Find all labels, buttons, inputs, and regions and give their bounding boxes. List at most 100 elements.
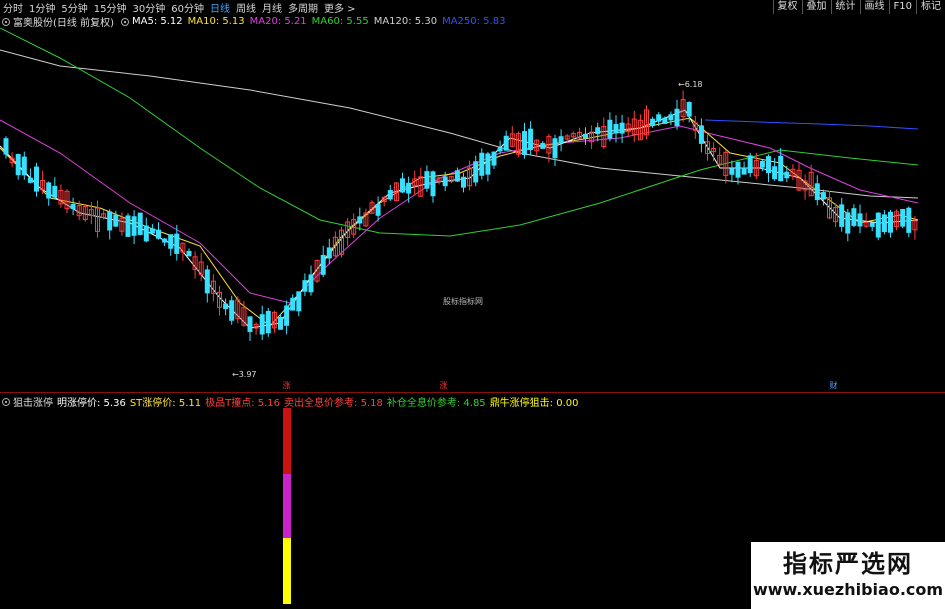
candle-body-95 bbox=[583, 133, 588, 139]
candle-body-53 bbox=[326, 247, 332, 259]
candle-body-27 bbox=[168, 234, 174, 249]
candle-body-78 bbox=[479, 152, 485, 176]
candle-body-82 bbox=[503, 135, 509, 151]
toolbar-button-2[interactable]: 统计 bbox=[830, 0, 860, 14]
candle-body-30 bbox=[186, 250, 192, 257]
candle-body-33 bbox=[204, 269, 210, 294]
timeframe-tab-1[interactable]: 1分钟 bbox=[26, 0, 58, 15]
candle-body-5 bbox=[34, 166, 39, 192]
candle-body-50 bbox=[308, 274, 314, 293]
timeframe-tab-9[interactable]: 多周期 bbox=[285, 0, 321, 15]
candle-body-66 bbox=[406, 182, 412, 194]
candle-body-0 bbox=[3, 138, 9, 155]
candle-body-22 bbox=[137, 212, 143, 235]
candle-body-144 bbox=[881, 214, 887, 233]
ma-settings-icon[interactable] bbox=[120, 17, 129, 26]
candle-body-4 bbox=[27, 177, 33, 183]
candle-body-147 bbox=[900, 208, 906, 227]
brand-title: 指标严选网 bbox=[783, 550, 913, 578]
candle-body-142 bbox=[869, 222, 875, 227]
brand-watermark: 指标严选网 www.xuezhibiao.com bbox=[751, 542, 945, 609]
low-price-value: 3.97 bbox=[238, 370, 257, 379]
candle-body-75 bbox=[461, 176, 466, 188]
candle-body-110 bbox=[674, 108, 680, 127]
candle-body-119 bbox=[729, 168, 735, 175]
candle-body-17 bbox=[107, 211, 113, 231]
timeframe-tab-5[interactable]: 60分钟 bbox=[168, 0, 207, 15]
candle-body-122 bbox=[747, 155, 753, 174]
candle-body-21 bbox=[131, 216, 137, 236]
ma-legend-item-0: MA5: 5.12 bbox=[131, 16, 183, 27]
candle-body-45 bbox=[278, 316, 283, 330]
toolbar-button-4[interactable]: F10 bbox=[888, 0, 916, 14]
candle-body-107 bbox=[656, 114, 662, 122]
finance-badge[interactable]: 财 bbox=[828, 380, 839, 391]
candle-body-36 bbox=[223, 303, 229, 310]
ma-legend-item-5: MA250: 5.83 bbox=[442, 16, 506, 27]
toolbar-button-0[interactable]: 复权 bbox=[772, 0, 802, 14]
candle-body-108 bbox=[662, 117, 668, 124]
main-price-chart[interactable] bbox=[0, 28, 945, 390]
candle-body-72 bbox=[442, 176, 448, 187]
candle-body-139 bbox=[851, 208, 857, 226]
toolbar-button-3[interactable]: 画线 bbox=[859, 0, 889, 14]
candle-body-37 bbox=[229, 300, 235, 321]
candle-body-125 bbox=[766, 156, 771, 174]
limit-up-badge-1[interactable]: 涨 bbox=[281, 380, 292, 391]
candle-body-48 bbox=[296, 291, 302, 312]
indicator-settings-icon[interactable] bbox=[2, 397, 10, 406]
candle-body-97 bbox=[595, 127, 601, 135]
candle-body-112 bbox=[686, 101, 692, 117]
timeframe-tab-7[interactable]: 周线 bbox=[233, 0, 259, 15]
candle-body-70 bbox=[430, 171, 436, 197]
candle-body-25 bbox=[156, 229, 161, 239]
candle-body-42 bbox=[259, 314, 265, 335]
ma-legend-item-2: MA20: 5.21 bbox=[249, 16, 307, 27]
ma-legend: MA5: 5.12 MA10: 5.13 MA20: 5.21 MA60: 5.55 M… bbox=[132, 16, 515, 27]
candle-body-47 bbox=[290, 297, 296, 311]
candle-body-2 bbox=[15, 153, 21, 176]
candle-body-124 bbox=[759, 160, 765, 168]
candle-body-18 bbox=[113, 214, 119, 227]
toolbar-button-1[interactable]: 叠加 bbox=[801, 0, 831, 14]
candle-body-49 bbox=[302, 280, 308, 292]
candle-body-63 bbox=[387, 190, 393, 200]
limit-up-badge-2[interactable]: 涨 bbox=[438, 380, 449, 391]
indicator-legend: 狙击涨停 明涨停价: 5.36 ST涨停价: 5.11 极品T撞点: 5.16 卖出全… bbox=[0, 394, 587, 409]
candle-body-65 bbox=[400, 178, 405, 193]
indicator-bar-red bbox=[283, 408, 291, 474]
indicator-bar-yellow bbox=[283, 538, 291, 604]
candle-body-126 bbox=[772, 166, 778, 180]
toolbar-button-5[interactable]: 标记 bbox=[916, 0, 945, 14]
candle-body-61 bbox=[375, 204, 381, 216]
candle-body-40 bbox=[247, 316, 253, 332]
center-watermark: 股标指标网 bbox=[443, 297, 483, 306]
timeframe-tab-4[interactable]: 30分钟 bbox=[129, 0, 168, 15]
candle-body-133 bbox=[814, 183, 820, 201]
candle-body-127 bbox=[778, 155, 784, 182]
settings-circle-icon[interactable] bbox=[2, 17, 10, 26]
pane-divider bbox=[0, 392, 945, 393]
toolbar-right-buttons: 复权 叠加 统计 画线 F10 标记 bbox=[772, 0, 945, 14]
candle-body-100 bbox=[613, 123, 619, 134]
candle-body-3 bbox=[21, 156, 27, 176]
timeframe-tab-8[interactable]: 月线 bbox=[259, 0, 285, 15]
candle-body-86 bbox=[528, 128, 534, 151]
timeframe-tab-10[interactable]: 更多 > bbox=[321, 0, 359, 15]
timeframe-tab-6[interactable]: 日线 bbox=[207, 0, 233, 15]
timeframe-tab-0[interactable]: 分时 bbox=[0, 0, 26, 15]
high-price-label: ←6.18 bbox=[678, 80, 703, 89]
indicator-name: 狙击涨停 bbox=[13, 398, 53, 409]
indicator-items: 明涨停价: 5.36 ST涨停价: 5.11 极品T撞点: 5.16 卖出全息价参考:… bbox=[57, 394, 587, 409]
candle-body-20 bbox=[125, 215, 131, 237]
candle-body-23 bbox=[143, 225, 149, 242]
timeframe-tab-2[interactable]: 5分钟 bbox=[58, 0, 90, 15]
candle-body-85 bbox=[522, 131, 527, 155]
candle-body-90 bbox=[552, 138, 558, 159]
candle-body-8 bbox=[52, 185, 58, 198]
low-price-label: ←3.97 bbox=[232, 370, 257, 379]
ma-legend-item-4: MA120: 5.30 bbox=[373, 16, 438, 27]
candle-body-58 bbox=[357, 216, 363, 224]
timeframe-tab-3[interactable]: 15分钟 bbox=[91, 0, 130, 15]
candle-body-91 bbox=[558, 136, 564, 144]
